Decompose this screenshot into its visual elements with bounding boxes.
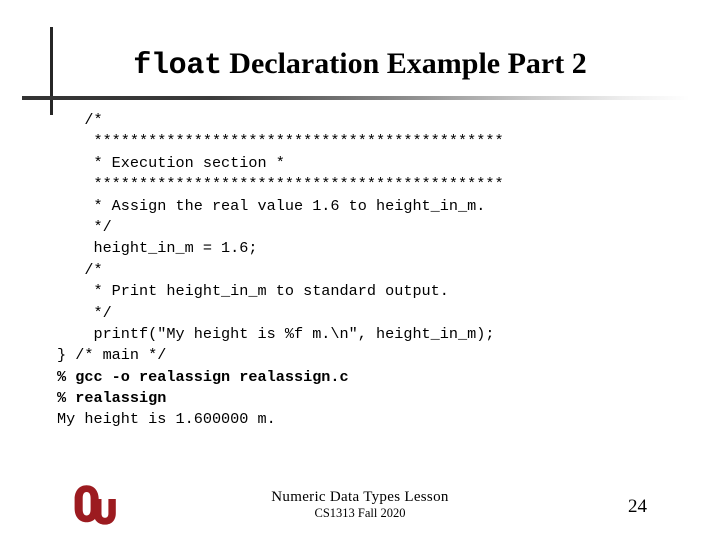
code-line: ****************************************… [57,175,504,194]
slide-title-keyword: float [133,49,222,83]
code-line: * Print height_in_m to standard output. [57,282,449,301]
ou-logo [72,483,118,529]
code-line: /* [57,111,103,129]
code-line: */ [57,217,112,236]
slide-title-text: Declaration Example Part 2 [221,47,587,80]
horizontal-rule-decoration [22,96,690,100]
code-line: } /* main */ [57,346,167,365]
code-line: My height is 1.600000 m. [57,410,276,429]
slide-title: float Declaration Example Part 2 [0,46,720,84]
code-listing: /* *************************************… [57,110,677,431]
code-line: printf("My height is %f m.\n", height_in… [57,324,495,343]
code-line: ****************************************… [57,132,504,151]
code-line: % realassign [57,389,167,408]
code-line: * Assign the real value 1.6 to height_in… [57,196,486,215]
page-number: 24 [628,496,647,517]
code-line: /* [57,260,103,279]
code-line: * Execution section * [57,153,285,172]
code-line: % gcc -o realassign realassign.c [57,367,349,386]
slide: float Declaration Example Part 2 /* ****… [0,0,720,540]
code-line: */ [57,303,112,322]
code-line: height_in_m = 1.6; [57,239,258,258]
ou-logo-glyph [74,485,116,525]
